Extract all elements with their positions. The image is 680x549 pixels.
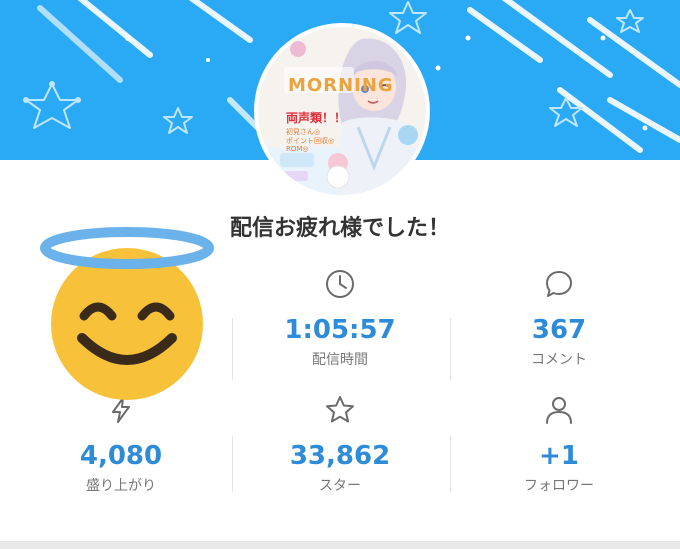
smiling-face-with-halo-emoji xyxy=(40,227,214,400)
stat-value: +1 xyxy=(539,441,579,471)
divider xyxy=(232,436,233,492)
stat-value: 33,862 xyxy=(289,441,391,471)
stream-thumbnail: MORNING 両声類！！ 初見さん◎ ポイント回収◎ ROM◎ xyxy=(258,27,426,195)
thumbnail-banner-text: MORNING xyxy=(288,75,394,96)
stat-followers: +1 フォロワー xyxy=(459,394,659,494)
stat-comments: 367 コメント xyxy=(459,268,659,368)
stat-value: 367 xyxy=(531,315,587,345)
stat-excitement: 4,080 盛り上がり xyxy=(21,394,221,494)
stat-label: フォロワー xyxy=(524,478,594,494)
stat-value: 4,080 xyxy=(79,441,163,471)
star-icon xyxy=(326,396,354,423)
stat-value: 1:05:57 xyxy=(284,315,396,345)
stat-label: コメント xyxy=(531,352,587,368)
divider xyxy=(450,436,451,492)
bottom-separator xyxy=(0,541,680,549)
divider xyxy=(232,318,233,380)
stat-stars: 33,862 スター xyxy=(240,394,440,494)
clock-icon xyxy=(326,270,354,298)
stat-label: 盛り上がり xyxy=(86,478,156,494)
comment-bubble-icon xyxy=(546,271,572,297)
stat-label: 配信時間 xyxy=(312,352,368,368)
stat-stream-time: 1:05:57 配信時間 xyxy=(240,268,440,368)
thumbnail-title: 両声類！！ xyxy=(286,111,347,125)
thumbnail-line: ROM◎ xyxy=(286,145,309,153)
divider xyxy=(450,318,451,380)
person-icon xyxy=(546,397,572,424)
stat-label: スター xyxy=(319,478,361,494)
